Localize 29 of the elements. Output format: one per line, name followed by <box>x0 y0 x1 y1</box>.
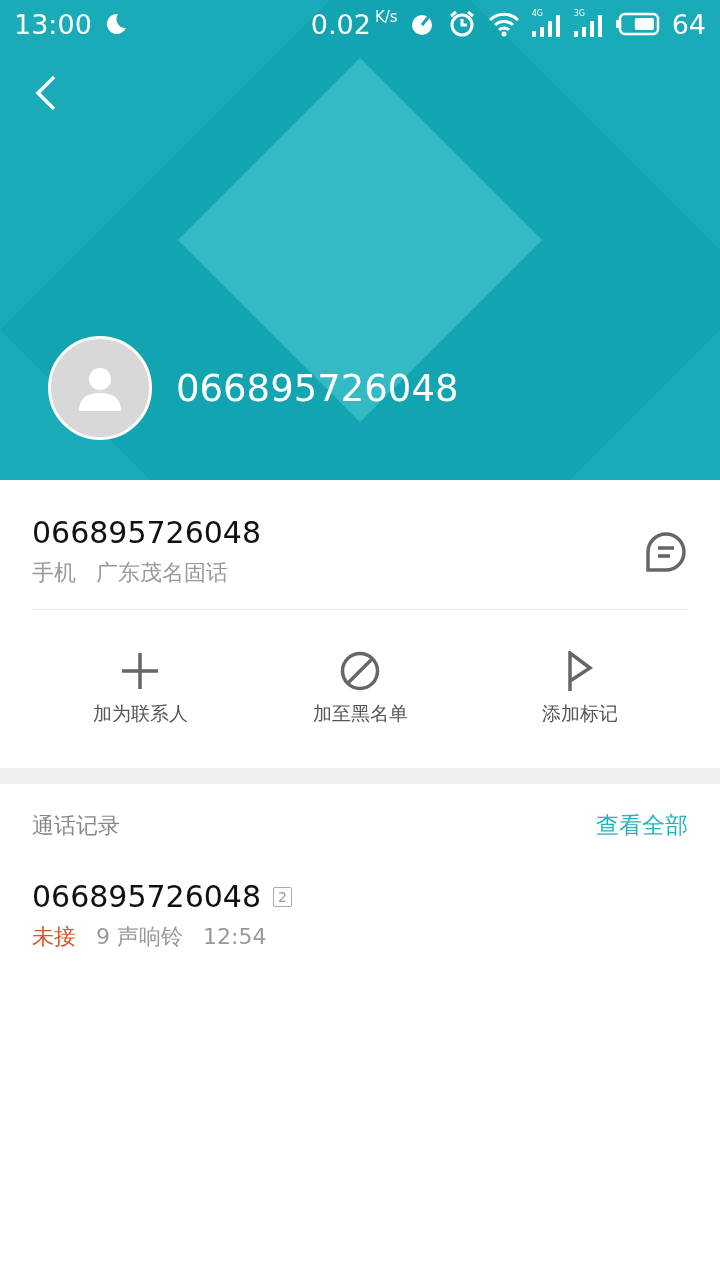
action-button[interactable]: 加为联系人 <box>30 650 250 728</box>
battery-percentage: 64 <box>671 8 706 40</box>
action-button[interactable]: 加至黑名单 <box>250 650 470 728</box>
network-type-label: 3G <box>573 9 585 18</box>
network-speed: 0.02 <box>310 8 371 40</box>
action-button[interactable]: 添加标记 <box>470 650 690 728</box>
clock-time: 13:00 <box>14 8 92 40</box>
signal-icon <box>573 15 604 37</box>
message-button[interactable] <box>644 529 688 574</box>
ring-count: 9 声响铃 <box>96 923 183 951</box>
wifi-icon <box>487 11 520 37</box>
number-location: 广东茂名固话 <box>96 559 228 587</box>
prohibited-icon <box>340 651 380 691</box>
flag-icon <box>566 651 594 691</box>
call-status: 未接 <box>32 923 76 951</box>
speed-unit: K/s <box>374 8 398 26</box>
battery-icon <box>615 12 660 36</box>
call-time: 12:54 <box>203 924 267 949</box>
alarm-icon <box>447 10 476 38</box>
contact-number: 066895726048 <box>176 366 459 410</box>
section-title: 通话记录 <box>32 811 120 840</box>
phone-number: 066895726048 <box>32 515 263 550</box>
plus-icon <box>120 651 160 691</box>
number-type: 手机 <box>32 559 76 587</box>
signal-icon <box>531 15 562 37</box>
person-silhouette-icon <box>77 365 123 411</box>
network-type-label: 4G <box>531 9 543 18</box>
call-number: 066895726048 <box>32 879 262 914</box>
sim-badge: 2 <box>273 886 292 907</box>
